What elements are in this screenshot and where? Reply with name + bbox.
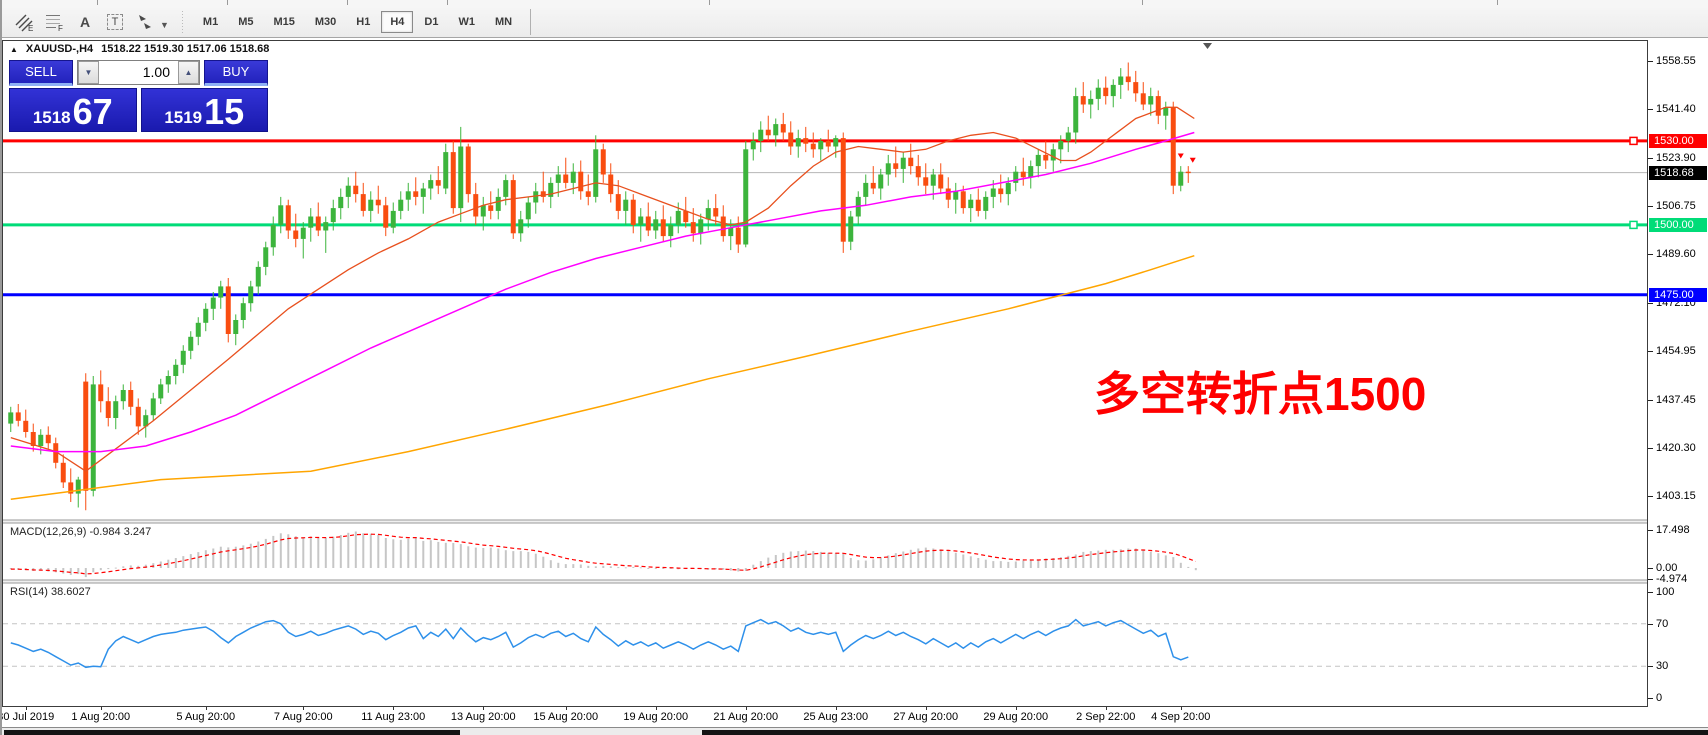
time-tick-label: 19 Aug 20:00: [623, 711, 688, 723]
rsi-tick: 30: [1656, 660, 1668, 672]
timeframe-button-MN[interactable]: MN: [486, 11, 521, 33]
price-tick: 1489.60: [1656, 248, 1696, 260]
label-icon[interactable]: A: [72, 10, 98, 34]
ohlc-values: 1518.22 1519.30 1517.06 1518.68: [101, 43, 269, 55]
chart-annotation: 多空转折点1500: [1094, 368, 1426, 420]
volume-decrease-button[interactable]: ▼: [78, 61, 99, 84]
ma-slow-line: [11, 256, 1195, 500]
timeframe-button-M15[interactable]: M15: [264, 11, 303, 33]
time-tick-label: 25 Aug 23:00: [803, 711, 868, 723]
bid-price-display: 1518 67: [9, 88, 137, 132]
rsi-tick: 70: [1656, 618, 1668, 630]
timeframe-button-M5[interactable]: M5: [229, 11, 262, 33]
price-badge-1500.00: 1500.00: [1649, 218, 1707, 232]
symbol-timeframe: XAUUSD-,H4: [26, 43, 93, 55]
price-tick: 1541.40: [1656, 103, 1696, 115]
time-tick-label: 21 Aug 20:00: [713, 711, 778, 723]
bid-pips: 67: [73, 97, 113, 128]
volume-increase-button[interactable]: ▲: [178, 61, 199, 84]
text-icon[interactable]: T: [102, 10, 128, 34]
ask-pips: 15: [204, 97, 244, 128]
timeframe-buttons: M1M5M15M30H1H4D1W1MN: [193, 11, 522, 33]
macd-histogram: [10, 532, 1197, 578]
time-tick-label: 29 Aug 20:00: [983, 711, 1048, 723]
svg-text:E: E: [28, 24, 33, 32]
price-tick: 1403.15: [1656, 490, 1696, 502]
toolbar-grip[interactable]: [181, 11, 185, 33]
price-badge-1475.00: 1475.00: [1649, 288, 1707, 302]
bottom-window-edge: [2, 727, 1708, 735]
time-tick-label: 27 Aug 20:00: [893, 711, 958, 723]
trading-platform-window: E F A T ▼ M1M5M15M30H1H4D1W1MN: [0, 0, 1708, 735]
time-tick-label: 30 Jul 2019: [0, 711, 54, 723]
price-badge-1530.00: 1530.00: [1649, 134, 1707, 148]
chart-shift-marker-icon: [1203, 43, 1212, 49]
time-tick-label: 5 Aug 20:00: [176, 711, 235, 723]
timeframe-button-D1[interactable]: D1: [415, 11, 447, 33]
time-tick-label: 15 Aug 20:00: [533, 711, 598, 723]
macd-tick: 17.498: [1656, 524, 1690, 536]
rsi-tick: 0: [1656, 692, 1662, 704]
time-tick-label: 11 Aug 23:00: [361, 711, 425, 723]
chart-area[interactable]: 多空转折点1500 ▲ XAUUSD-,H4 1518.22 1519.30 1…: [2, 40, 1648, 707]
timeframe-button-H4[interactable]: H4: [381, 11, 413, 33]
macd-tick: -4.974: [1656, 573, 1687, 585]
rsi-line: [11, 620, 1189, 668]
time-tick-label: 2 Sep 22:00: [1076, 711, 1135, 723]
candlestick-chart[interactable]: 多空转折点1500: [2, 40, 1648, 707]
time-tick-label: 1 Aug 20:00: [71, 711, 130, 723]
sell-button[interactable]: SELL: [9, 60, 73, 86]
price-tick: 1437.45: [1656, 394, 1696, 406]
timeframe-button-M30[interactable]: M30: [306, 11, 345, 33]
volume-stepper: ▼ 1.00 ▲: [77, 60, 200, 85]
time-tick-label: 4 Sep 20:00: [1151, 711, 1210, 723]
svg-text:F: F: [58, 24, 63, 32]
ask-main: 1519: [164, 109, 202, 126]
buy-button[interactable]: BUY: [204, 60, 268, 86]
fibonacci-grid-icon[interactable]: F: [42, 10, 68, 34]
sell-arrow-icon: [1190, 158, 1196, 163]
time-tick-label: 7 Aug 20:00: [274, 711, 333, 723]
arrow-objects-icon[interactable]: [132, 10, 158, 34]
one-click-trade-panel: SELL ▼ 1.00 ▲ BUY 1518 67 1519 15: [9, 60, 268, 132]
rsi-label: RSI(14) 38.6027: [10, 586, 91, 598]
timeframe-button-M1[interactable]: M1: [194, 11, 227, 33]
volume-input[interactable]: 1.00: [99, 61, 178, 84]
time-tick-label: 13 Aug 20:00: [451, 711, 516, 723]
price-tick: 1558.55: [1656, 55, 1696, 67]
collapse-marker-icon[interactable]: ▲: [10, 45, 18, 54]
ma-medium-line: [11, 133, 1195, 452]
timeframe-button-W1[interactable]: W1: [449, 11, 484, 33]
equidistant-channel-icon[interactable]: E: [12, 10, 38, 34]
price-tick: 1506.75: [1656, 200, 1696, 212]
time-axis[interactable]: 30 Jul 2019 1 Aug 20:00 5 Aug 20:00 7 Aug 2…: [2, 707, 1648, 727]
timeframe-button-H1[interactable]: H1: [347, 11, 379, 33]
rsi-tick: 100: [1656, 586, 1674, 598]
price-tick: 1420.30: [1656, 442, 1696, 454]
toolbar: E F A T ▼ M1M5M15M30H1H4D1W1MN: [2, 6, 1708, 38]
chart-title: ▲ XAUUSD-,H4 1518.22 1519.30 1517.06 151…: [10, 43, 269, 55]
toolbar-separator: [530, 9, 531, 35]
price-tick: 1454.95: [1656, 345, 1696, 357]
price-axis[interactable]: 1558.551541.401523.901506.751489.601472.…: [1648, 40, 1708, 707]
current-price-badge: 1518.68: [1649, 166, 1707, 180]
ask-price-display: 1519 15: [141, 88, 269, 132]
macd-label: MACD(12,26,9) -0.984 3.247: [10, 526, 151, 538]
chevron-down-icon[interactable]: ▼: [160, 20, 169, 30]
sell-arrow-icon: [1178, 154, 1184, 159]
bid-main: 1518: [33, 109, 71, 126]
price-tick: 1523.90: [1656, 152, 1696, 164]
